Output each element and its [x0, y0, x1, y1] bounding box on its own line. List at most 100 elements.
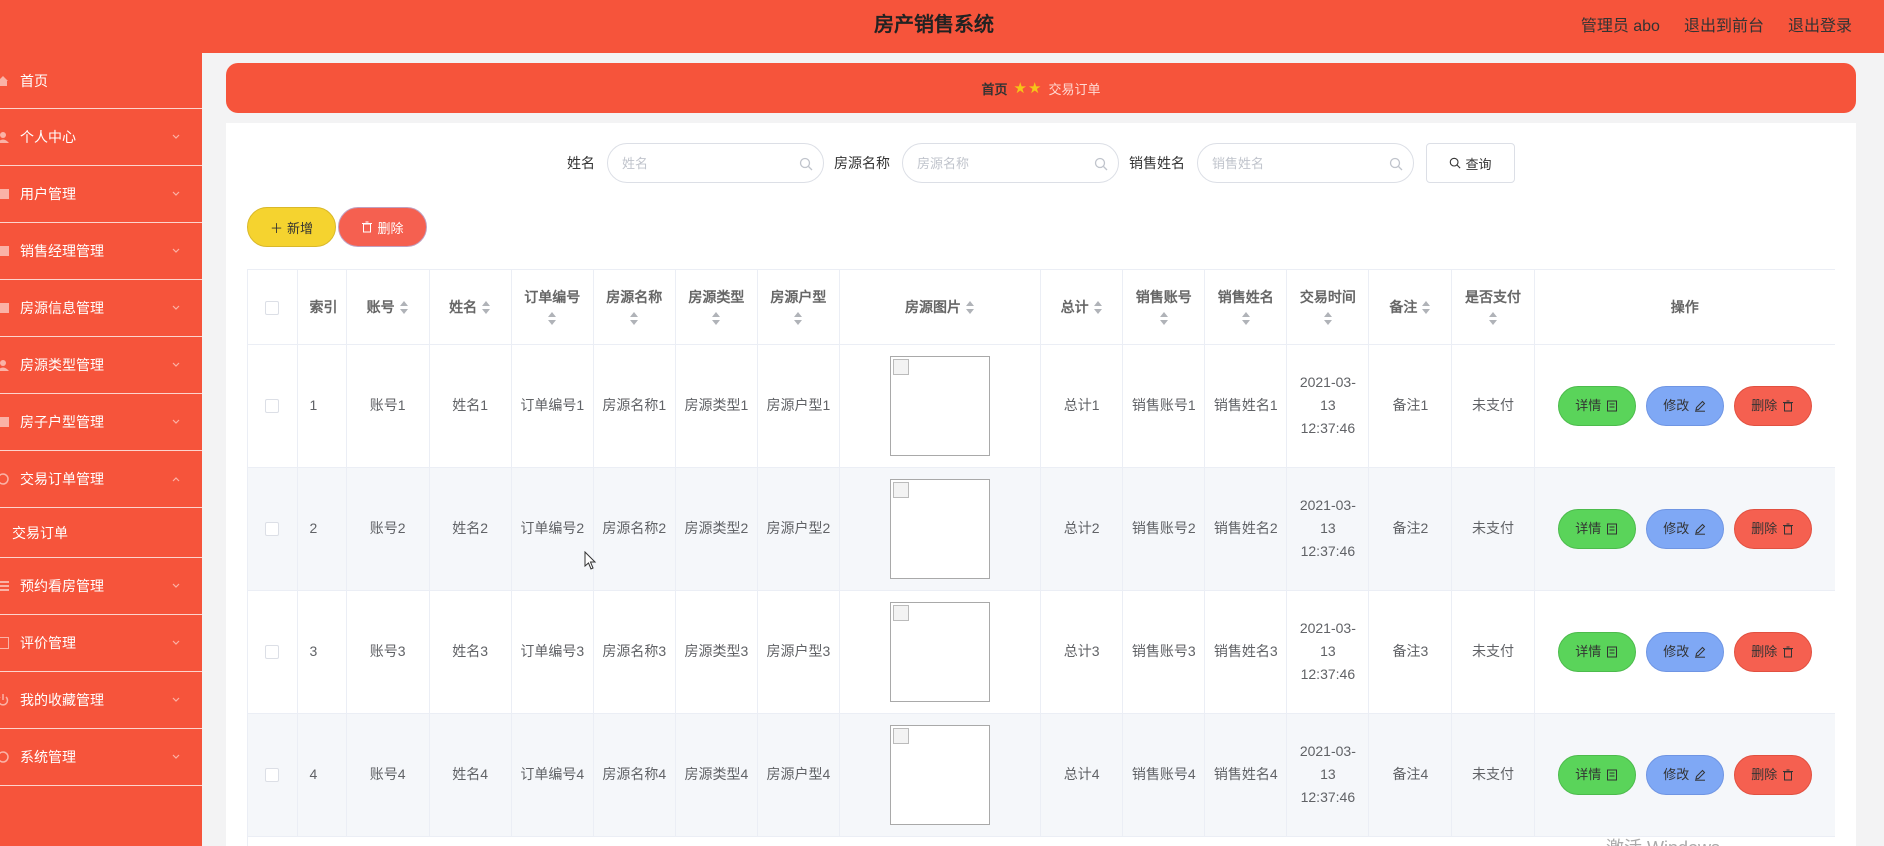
house-name-search-input[interactable] — [903, 144, 1118, 182]
sort-icon[interactable] — [965, 300, 975, 316]
sidebar-item-label: 交易订单管理 — [20, 471, 104, 487]
sidebar-item-house-type-management[interactable]: 房源类型管理 — [0, 337, 202, 394]
column-header[interactable]: 房源名称 — [593, 270, 676, 345]
column-header[interactable]: 订单编号 — [511, 270, 594, 345]
sort-icon[interactable] — [1421, 300, 1431, 316]
list-icon — [0, 302, 9, 314]
orders-table: 索引 账号 姓名 订单编号 房源名称 房源类型 房源户型 房源图片 总计 销售账… — [247, 269, 1835, 846]
sort-icon[interactable] — [629, 311, 639, 327]
delete-button[interactable]: 删除 — [1733, 631, 1812, 672]
sort-icon[interactable] — [793, 311, 803, 327]
sort-icon[interactable] — [1159, 311, 1169, 327]
edit-button[interactable]: 修改 — [1645, 631, 1724, 672]
index-cell: 3 — [297, 590, 347, 714]
table-row: 3 账号3 姓名3 订单编号3 房源名称3 房源类型3 房源户型3 总计3 销售账号3 销售姓名3… — [248, 590, 1835, 714]
sidebar-item-label: 房源信息管理 — [20, 300, 104, 316]
sidebar-subitem-orders[interactable]: 交易订单 — [0, 508, 202, 558]
house-name-cell: 房源名称4 — [593, 713, 676, 837]
sort-icon[interactable] — [711, 311, 721, 327]
delete-button[interactable]: 删除 — [1733, 754, 1812, 795]
row-checkbox[interactable] — [265, 399, 280, 414]
edit-button[interactable]: 修改 — [1645, 754, 1724, 795]
back-to-frontend-link[interactable]: 退出到前台 — [1684, 12, 1764, 36]
add-button[interactable]: ＋ 新增 — [247, 207, 336, 247]
sort-icon[interactable] — [1241, 311, 1251, 327]
breadcrumb-current: 交易订单 — [1048, 81, 1101, 97]
batch-delete-button[interactable]: 删除 — [338, 207, 427, 247]
column-header[interactable]: 房源类型 — [675, 270, 758, 345]
logout-link[interactable]: 退出登录 — [1788, 12, 1852, 36]
sidebar-item-user-management[interactable]: 用户管理 — [0, 166, 202, 223]
search-icon — [1094, 157, 1108, 171]
search-bar: 姓名 房源名称 销售姓名 查询 — [226, 143, 1856, 183]
search-icon — [799, 157, 813, 171]
sort-icon[interactable] — [547, 311, 557, 327]
sidebar-item-system-management[interactable]: 系统管理 — [0, 729, 202, 786]
name-search-input[interactable] — [608, 144, 823, 182]
column-header[interactable]: 姓名 — [429, 270, 512, 345]
row-checkbox[interactable] — [265, 768, 280, 783]
breadcrumb-home[interactable]: 首页 — [982, 79, 1008, 98]
select-all-checkbox[interactable] — [265, 300, 280, 315]
edit-button[interactable]: 修改 — [1645, 385, 1724, 426]
house-layout-cell: 房源户型2 — [757, 467, 840, 591]
row-checkbox[interactable] — [265, 522, 280, 537]
trash-icon — [1783, 400, 1794, 411]
circle-icon — [0, 751, 9, 763]
house-name-cell: 房源名称2 — [593, 467, 676, 591]
document-icon — [1607, 646, 1618, 657]
content-panel: 姓名 房源名称 销售姓名 查询 ＋ 新增 — [226, 123, 1856, 846]
total-cell: 总计4 — [1040, 713, 1124, 837]
sidebar-item-review-management[interactable]: 评价管理 — [0, 615, 202, 672]
sales-name-cell: 销售姓名1 — [1204, 344, 1288, 468]
sort-icon[interactable] — [1488, 311, 1498, 327]
detail-button[interactable]: 详情 — [1557, 754, 1636, 795]
column-header[interactable]: 房源图片 — [839, 270, 1042, 345]
query-button[interactable]: 查询 — [1426, 143, 1515, 183]
search-label-name: 姓名 — [567, 155, 595, 171]
sidebar-item-label: 首页 — [20, 72, 48, 89]
delete-button[interactable]: 删除 — [1733, 385, 1812, 426]
index-cell: 4 — [297, 713, 347, 837]
detail-button[interactable]: 详情 — [1557, 508, 1636, 549]
column-header[interactable]: 账号 — [346, 270, 430, 345]
sort-icon[interactable] — [399, 300, 409, 316]
delete-button[interactable]: 删除 — [1733, 508, 1812, 549]
sales-name-cell: 销售姓名4 — [1204, 713, 1288, 837]
column-header[interactable]: 销售账号 — [1122, 270, 1206, 345]
detail-button[interactable]: 详情 — [1557, 631, 1636, 672]
sidebar-item-order-management[interactable]: 交易订单管理 — [0, 451, 202, 508]
total-cell: 总计2 — [1040, 467, 1124, 591]
column-header[interactable]: 房源户型 — [757, 270, 840, 345]
sidebar-item-house-info-management[interactable]: 房源信息管理 — [0, 280, 202, 337]
sort-icon[interactable] — [1093, 300, 1103, 316]
search-icon — [1389, 157, 1403, 171]
column-header[interactable]: 备注 — [1368, 270, 1453, 345]
sidebar-item-home[interactable]: 首页 — [0, 53, 202, 109]
sidebar-item-label: 评价管理 — [20, 635, 76, 651]
list-icon — [0, 416, 9, 428]
sort-icon[interactable] — [1323, 311, 1333, 327]
house-type-cell: 房源类型2 — [675, 467, 758, 591]
row-checkbox[interactable] — [265, 645, 280, 660]
index-cell: 1 — [297, 344, 347, 468]
sidebar-item-label: 房源类型管理 — [20, 357, 104, 373]
sidebar-item-viewing-appointment-management[interactable]: 预约看房管理 — [0, 558, 202, 615]
column-header[interactable]: 交易时间 — [1286, 270, 1370, 345]
sidebar-item-sales-manager-management[interactable]: 销售经理管理 — [0, 223, 202, 280]
sidebar-item-favorites-management[interactable]: 我的收藏管理 — [0, 672, 202, 729]
sidebar-item-personal-center[interactable]: 个人中心 — [0, 109, 202, 166]
sort-icon[interactable] — [481, 300, 491, 316]
index-cell: 2 — [297, 467, 347, 591]
column-header[interactable]: 销售姓名 — [1204, 270, 1288, 345]
column-header[interactable]: 总计 — [1040, 270, 1124, 345]
total-cell: 总计1 — [1040, 344, 1124, 468]
table-row: 1 账号1 姓名1 订单编号1 房源名称1 房源类型1 房源户型1 总计1 销售账号1 销售姓名1… — [248, 344, 1835, 468]
select-all-cell — [248, 270, 298, 345]
detail-button[interactable]: 详情 — [1557, 385, 1636, 426]
sidebar-item-house-layout-management[interactable]: 房子户型管理 — [0, 394, 202, 451]
edit-button[interactable]: 修改 — [1645, 508, 1724, 549]
column-header[interactable]: 是否支付 — [1451, 270, 1535, 345]
sales-name-search-input[interactable] — [1198, 144, 1413, 182]
admin-user-link[interactable]: 管理员 abo — [1581, 12, 1660, 36]
